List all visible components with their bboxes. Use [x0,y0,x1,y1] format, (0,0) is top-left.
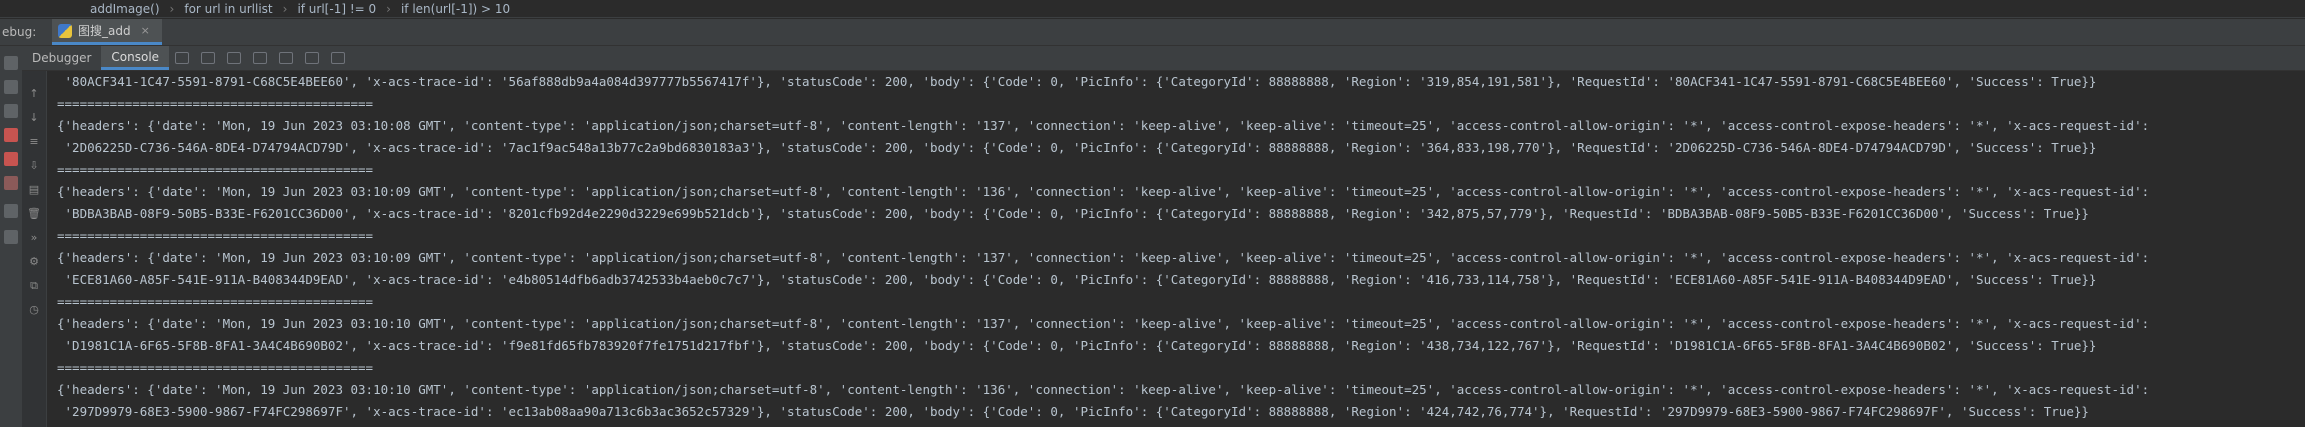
console-line: '2D06225D-C736-546A-8DE4-D74794ACD79D', … [57,140,2097,155]
console-separator-line: ========================================… [57,294,374,309]
mute-breakpoints-icon[interactable] [4,176,18,190]
run-config-tab[interactable]: 图搜_add × [52,19,162,45]
soft-wrap-icon[interactable]: ≡ [27,135,41,149]
console-separator-line: ========================================… [57,360,374,375]
breadcrumb-separator: › [386,1,391,16]
console-line: {'headers': {'date': 'Mon, 19 Jun 2023 0… [57,316,2150,331]
console-line: {'headers': {'date': 'Mon, 19 Jun 2023 0… [57,250,2150,265]
breadcrumb: addImage() › for url in urllist › if url… [0,0,2305,18]
view-breakpoints-icon[interactable] [4,152,18,166]
pin-icon[interactable] [4,230,18,244]
debug-tabs-bar: Debugger Console [22,46,2305,71]
show-execution-point-icon[interactable] [175,52,190,64]
clear-all-icon[interactable]: 🗑 [27,207,41,221]
tab-debugger[interactable]: Debugger [22,46,101,70]
breadcrumb-item-if-url[interactable]: if url[-1] != 0 [297,2,376,16]
debug-label: ebug: [2,25,37,39]
console-line: {'headers': {'date': 'Mon, 19 Jun 2023 0… [57,382,2150,397]
left-tool-strip [0,46,23,427]
down-arrow-icon[interactable]: ↓ [27,111,41,125]
history-icon[interactable]: ◷ [27,303,41,317]
console-separator-line: ========================================… [57,162,374,177]
python-icon [58,23,72,38]
print-icon[interactable]: ▤ [27,183,41,197]
console-line: {'headers': {'date': 'Mon, 19 Jun 2023 0… [57,118,2150,133]
console-output[interactable]: '80ACF341-1C47-5591-8791-C68C5E4BEE60', … [47,71,2305,427]
resume-icon[interactable] [4,80,18,94]
scroll-to-end-icon[interactable]: ⇩ [27,159,41,173]
breadcrumb-item-for-loop[interactable]: for url in urllist [184,2,272,16]
rerun-icon[interactable] [4,56,18,70]
console-separator-line: ========================================… [57,228,374,243]
up-arrow-icon[interactable]: ↑ [27,87,41,101]
console-line: 'D1981C1A-6F65-5F8B-8FA1-3A4C4B690B02', … [57,338,2097,353]
settings-icon[interactable]: ⚙ [27,255,41,269]
step-into-my-code-icon[interactable] [253,52,268,64]
breadcrumb-item-addimage[interactable]: addImage() [90,2,160,16]
settings-icon[interactable] [4,204,18,218]
console-separator-line: ========================================… [57,96,374,111]
breadcrumb-separator: › [282,1,288,16]
breadcrumb-separator: › [169,1,175,16]
console-line: 'ECE81A60-A85F-541E-911A-B408344D9EAD', … [57,272,2097,287]
console-gutter: ↑ ↓ ≡ ⇩ ▤ 🗑 » ⚙ ⧉ ◷ [22,71,47,427]
console-line: '297D9979-68E3-5900-9867-F74FC298697F', … [57,404,2089,419]
evaluate-expression-icon[interactable] [331,52,346,64]
console-scrollbar[interactable] [2295,71,2305,427]
console-line: 'BDBA3BAB-08F9-50B5-B33E-F6201CC36D00', … [57,206,2089,221]
breadcrumb-item-if-len[interactable]: if len(url[-1]) > 10 [401,2,510,16]
console-line: {'headers': {'date': 'Mon, 19 Jun 2023 0… [57,184,2150,199]
tab-console[interactable]: Console [101,46,170,70]
debug-run-bar: ebug: 图搜_add × [0,19,2305,46]
step-over-icon[interactable] [201,52,216,64]
copy-icon[interactable]: ⧉ [27,279,41,293]
pause-icon[interactable] [4,104,18,118]
step-into-icon[interactable] [227,52,242,64]
step-out-icon[interactable] [279,52,294,64]
console-line: '80ACF341-1C47-5591-8791-C68C5E4BEE60', … [57,74,2097,89]
run-to-cursor-icon[interactable] [305,52,320,64]
python-console-icon[interactable]: » [27,231,41,245]
stop-icon[interactable] [4,128,18,142]
run-config-label: 图搜_add [78,24,131,38]
close-icon[interactable]: × [141,24,150,37]
